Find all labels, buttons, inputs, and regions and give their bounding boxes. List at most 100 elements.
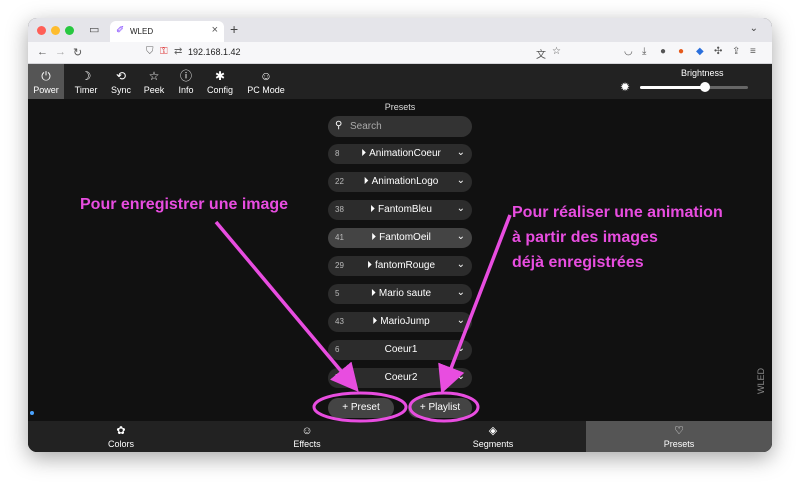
preset-name: ⏵ FantomOeil [348,232,454,243]
preset-id: 22 [335,177,344,186]
pocket-icon[interactable]: ◡ [624,46,633,57]
preset-item[interactable]: 29 ⏵ fantomRouge ⌄ [328,256,472,276]
preset-id: 8 [335,149,340,158]
preset-name: ⏵ FantomBleu [348,204,454,215]
wled-bottom-bar: ✿ Colors ☺ Effects ◈ Segments ♡ Presets [28,421,772,452]
chevron-down-icon[interactable]: ⌄ [457,147,465,158]
tab-segments[interactable]: ◈ Segments [400,421,586,452]
preset-id: 6 [335,345,340,354]
preset-item[interactable]: 5 ⏵ Mario saute ⌄ [328,284,472,304]
extension-c-icon[interactable]: ◆ [696,46,704,57]
tab-effects[interactable]: ☺ Effects [214,421,400,452]
preset-id: 29 [335,261,344,270]
url-field[interactable]: 192.168.1.42 [188,47,241,57]
preset-id: 38 [335,205,344,214]
power-button[interactable]: ⏻ Power [28,64,64,99]
translate-icon[interactable]: 文 [536,46,546,61]
moon-icon: ☽ [80,69,92,83]
tab-list-chevron-icon[interactable]: ⌄ [750,23,758,34]
tab-title: WLED [130,27,154,36]
preset-item[interactable]: 6 Coeur1 ⌄ [328,340,472,360]
effects-icon: ☺ [301,425,313,437]
add-preset-button[interactable]: + Preset [328,398,394,418]
chevron-down-icon[interactable]: ⌄ [457,287,465,298]
browser-tab[interactable]: ✐ WLED × [110,21,224,42]
playlist-icon: ⏵ [370,288,376,299]
share-icon[interactable]: ⇪ [732,46,740,57]
tab-overview-icon[interactable]: ▭ [89,23,99,36]
bookmark-star-icon[interactable]: ☆ [552,46,561,57]
sync-button[interactable]: ⟲ Sync [106,64,136,99]
minimize-window-icon[interactable] [51,26,60,35]
preset-name-text: Mario saute [378,288,432,299]
playlist-icon: ⏵ [361,148,367,159]
preset-name: ⏵ AnimationCoeur [348,148,454,159]
info-button[interactable]: ⓘ Info [172,64,200,99]
playlist-icon: ⏵ [363,176,369,187]
wled-favicon-icon: ✐ [116,25,125,36]
preset-item[interactable]: 22 ⏵ AnimationLogo ⌄ [328,172,472,192]
preset-name: Coeur1 [348,344,454,355]
playlist-icon: ⏵ [371,232,377,243]
tab-close-icon[interactable]: × [212,24,218,36]
wled-vertical-brand: WLED [756,367,766,394]
brightness-slider-knob[interactable] [699,82,710,92]
preset-id: 7 [335,373,340,382]
heart-icon: ♡ [674,425,684,437]
tab-presets[interactable]: ♡ Presets [586,421,772,452]
forward-icon[interactable]: → [55,46,66,58]
extension-a-icon[interactable]: ● [660,46,666,57]
preset-name-text: FantomBleu [378,204,432,215]
back-icon[interactable]: ← [37,46,48,58]
annotation-save-image: Pour enregistrer une image [80,196,289,213]
extension-b-icon[interactable]: ● [678,46,684,57]
chevron-down-icon[interactable]: ⌄ [457,343,465,354]
connection-icon[interactable]: ⇄ [174,46,182,57]
preset-item[interactable]: 7 Coeur2 ⌄ [328,368,472,388]
chevron-down-icon[interactable]: ⌄ [457,203,465,214]
shield-icon[interactable]: ⛉ [146,46,154,57]
preset-name: Coeur2 [348,372,454,383]
downloads-icon[interactable]: ⤓ [642,46,646,57]
chevron-down-icon[interactable]: ⌄ [457,315,465,326]
reload-icon[interactable]: ↻ [73,46,82,59]
peek-button[interactable]: ☆ Peek [138,64,170,99]
chevron-down-icon[interactable]: ⌄ [457,371,465,382]
preset-item[interactable]: 43 ⏵ MarioJump ⌄ [328,312,472,332]
info-icon: ⓘ [179,69,192,83]
preset-name-text: Coeur1 [384,344,418,355]
insecure-lock-icon[interactable]: ⚿ [160,46,168,57]
extensions-icon[interactable]: ✣ [714,46,722,57]
preset-item[interactable]: 8 ⏵ AnimationCoeur ⌄ [328,144,472,164]
timer-button[interactable]: ☽ Timer [68,64,104,99]
preset-item[interactable]: 41 ⏵ FantomOeil ⌄ [328,228,472,248]
annotation-animation-line2: à partir des images [512,229,658,246]
chevron-down-icon[interactable]: ⌄ [457,231,465,242]
preset-name-text: Coeur2 [384,372,418,383]
playlist-icon: ⏵ [370,204,376,215]
maximize-window-icon[interactable] [65,26,74,35]
preset-name-text: fantomRouge [374,260,436,271]
preset-id: 41 [335,233,344,242]
preset-search-input[interactable] [350,119,460,134]
annotation-animation-line3: déjà enregistrées [512,254,644,271]
tab-colors[interactable]: ✿ Colors [28,421,214,452]
close-window-icon[interactable] [37,26,46,35]
chevron-down-icon[interactable]: ⌄ [457,175,465,186]
browser-tab-bar: ▭ ✐ WLED × + ⌄ [28,18,772,42]
brightness-label: Brightness [681,68,724,78]
menu-icon[interactable]: ≡ [750,46,756,57]
sync-icon: ⟲ [115,69,127,83]
add-playlist-button[interactable]: + Playlist [408,398,472,418]
connection-status-dot [30,411,34,415]
brightness-slider[interactable] [640,82,748,92]
preset-item[interactable]: 38 ⏵ FantomBleu ⌄ [328,200,472,220]
chevron-down-icon[interactable]: ⌄ [457,259,465,270]
config-button[interactable]: ✱ Config [202,64,238,99]
smiley-icon: ☺ [259,69,273,83]
brightness-sun-icon[interactable]: ✹ [620,80,630,94]
pc-mode-button[interactable]: ☺ PC Mode [242,64,290,99]
preset-name-text: AnimationLogo [371,176,439,187]
playlist-icon: ⏵ [366,260,372,271]
new-tab-icon[interactable]: + [230,21,238,37]
